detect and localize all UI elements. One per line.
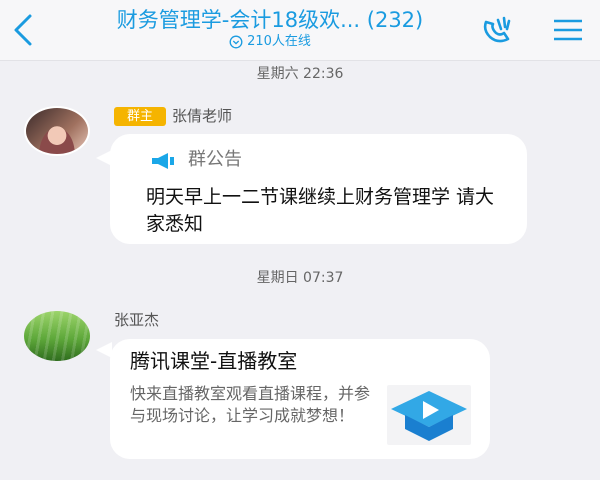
owner-badge: 群主 [114, 107, 166, 126]
group-call-button[interactable] [478, 12, 518, 48]
menu-button[interactable] [548, 12, 588, 48]
chat-header: 财务管理学-会计18级欢... (232) 210人在线 [0, 0, 600, 61]
message-timestamp: 星期六 22:36 [256, 66, 344, 82]
menu-icon [554, 19, 582, 41]
online-count: 210人在线 [70, 33, 470, 51]
chevron-circle-icon [229, 35, 243, 49]
card-thumbnail [387, 385, 471, 445]
announcement-bubble[interactable]: 群公告 明天早上一二节课继续上财务管理学 请大家悉知 [110, 134, 527, 244]
card-title: 腾讯课堂-直播教室 [130, 349, 298, 373]
back-button[interactable] [4, 8, 44, 52]
sender-name[interactable]: 张倩老师 [172, 106, 232, 126]
chevron-left-icon [14, 14, 32, 46]
announcement-label: 群公告 [188, 149, 242, 170]
share-card-bubble[interactable]: 腾讯课堂-直播教室 快来直播教室观看直播课程，并参与现场讨论，让学习成就梦想！ [110, 339, 490, 459]
announcement-text: 明天早上一二节课继续上财务管理学 请大家悉知 [146, 186, 495, 235]
megaphone-icon [152, 153, 174, 169]
message-timestamp: 星期日 07:37 [256, 270, 344, 286]
phone-call-icon [483, 16, 511, 43]
avatar[interactable] [24, 311, 90, 361]
sender-name[interactable]: 张亚杰 [114, 310, 159, 330]
live-classroom-logo-icon [391, 391, 467, 441]
card-description: 快来直播教室观看直播课程，并参与现场讨论，让学习成就梦想！ [130, 384, 371, 425]
online-count-label: 210人在线 [247, 34, 311, 49]
chat-title[interactable]: 财务管理学-会计18级欢... (232) [70, 4, 470, 36]
avatar[interactable] [24, 106, 90, 156]
